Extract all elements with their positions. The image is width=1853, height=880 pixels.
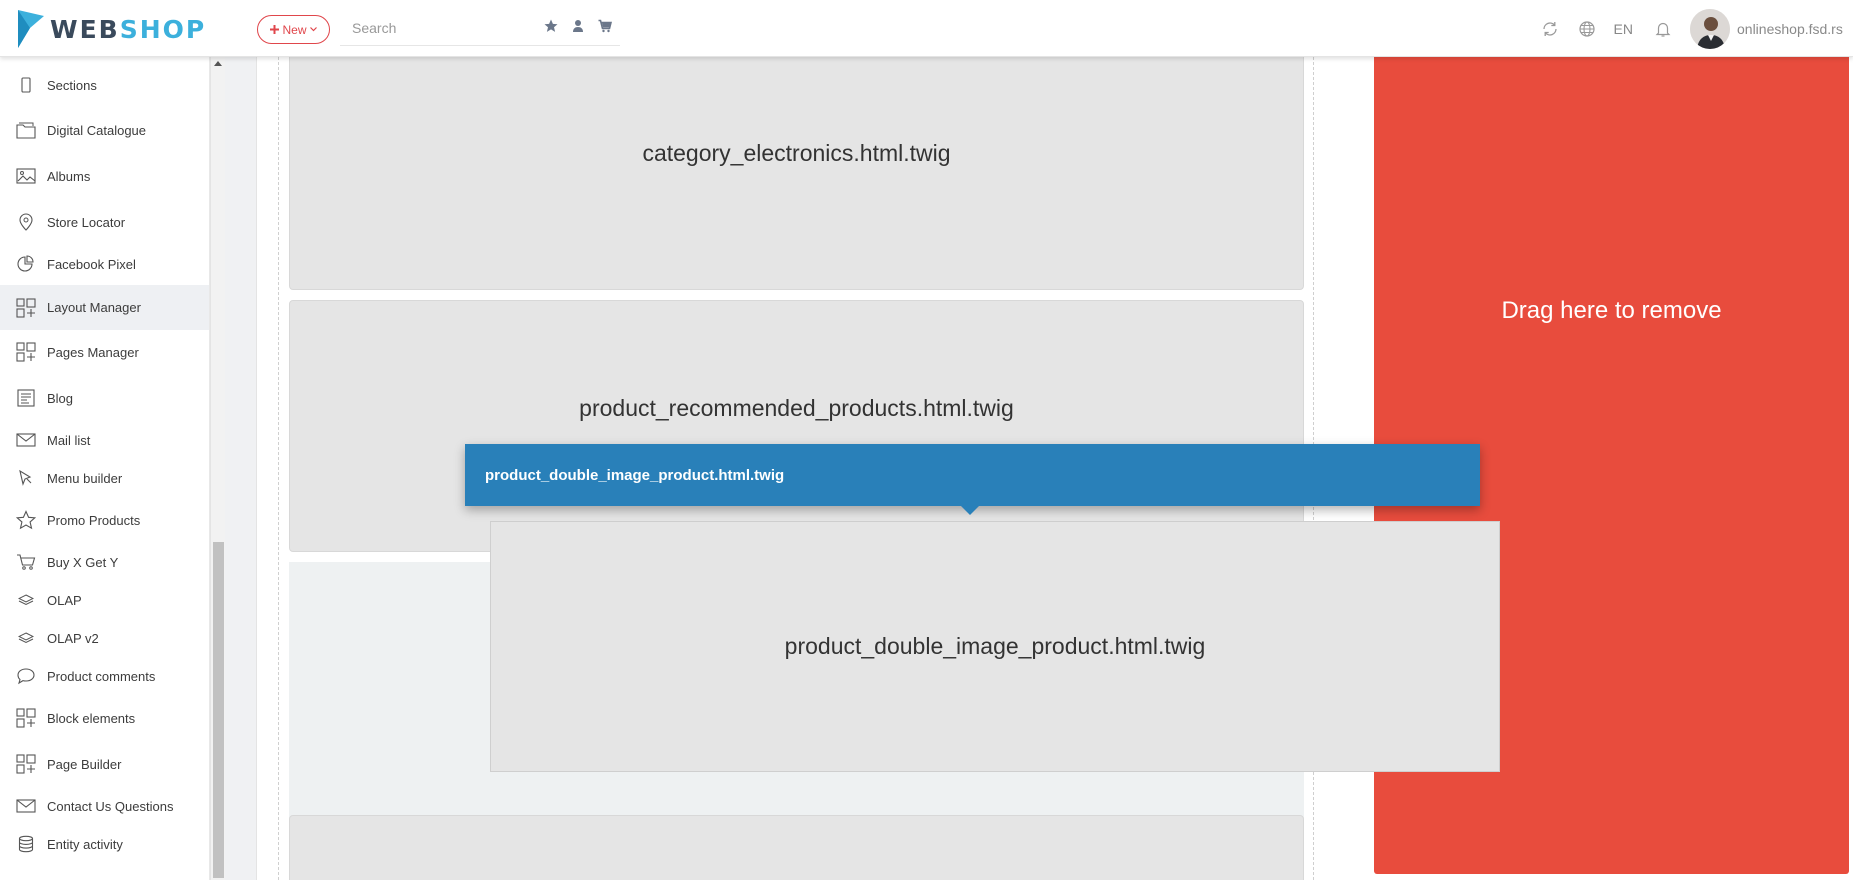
dragged-block-label: product_double_image_product.html.twig	[784, 633, 1206, 659]
mail-icon	[16, 430, 36, 450]
refresh-icon[interactable]	[1540, 19, 1560, 39]
sidebar-item-digital-catalogue[interactable]: Digital Catalogue	[0, 109, 209, 151]
sidebar-item-promo-products[interactable]: Promo Products	[0, 499, 209, 541]
user-icon[interactable]	[571, 19, 585, 33]
image-icon	[16, 166, 36, 186]
layers-icon	[16, 590, 36, 610]
layout-icon	[16, 297, 36, 318]
star-icon[interactable]	[544, 19, 558, 33]
layout-block[interactable]: product_recommended_products.html.twig	[289, 300, 1304, 552]
layout-icon	[16, 754, 36, 774]
sidebar-item-olap-v2[interactable]: OLAP v2	[0, 617, 209, 659]
drag-helper-title-label: product_double_image_product.html.twig	[485, 466, 785, 484]
sidebar-item-olap[interactable]: OLAP	[0, 579, 209, 621]
drag-helper-title[interactable]: product_double_image_product.html.twig	[465, 444, 1480, 506]
logo-mark-icon	[18, 10, 44, 48]
search-input[interactable]	[352, 20, 542, 36]
sidebar-item-layout-manager[interactable]: Layout Manager	[0, 285, 209, 330]
avatar[interactable]	[1690, 8, 1730, 49]
sidebar-item-product-comments[interactable]: Product comments	[0, 655, 209, 697]
language-selector[interactable]: EN	[1614, 21, 1633, 37]
sidebar-item-buy-x-get-y[interactable]: Buy X Get Y	[0, 541, 209, 583]
sidebar-item-page-builder[interactable]: Page Builder	[0, 743, 209, 785]
mobile-icon	[16, 75, 36, 95]
drag-helper-arrow-icon	[961, 506, 979, 515]
map-pin-icon	[16, 212, 36, 232]
dragged-block[interactable]: product_double_image_product.html.twig	[490, 521, 1500, 772]
sidebar-item-entity-activity[interactable]: Entity activity	[0, 823, 209, 865]
sidebar-item-albums[interactable]: Albums	[0, 155, 209, 197]
block-label: category_electronics.html.twig	[642, 139, 951, 166]
sidebar-item-block-elements[interactable]: Block elements	[0, 697, 209, 739]
sidebar-item-mail-list[interactable]: Mail list	[0, 419, 209, 461]
layout-block[interactable]	[289, 815, 1304, 880]
plus-icon	[270, 25, 280, 34]
sidebar-item-blog[interactable]: Blog	[0, 377, 209, 419]
globe-icon[interactable]	[1577, 19, 1597, 39]
remove-zone-label: Drag here to remove	[1501, 297, 1722, 324]
database-icon	[16, 834, 36, 854]
bell-icon[interactable]	[1653, 19, 1673, 39]
scroll-up-arrow-icon[interactable]	[214, 61, 222, 66]
mail-icon	[16, 796, 36, 816]
user-photo-icon	[1690, 8, 1730, 49]
sidebar-scrollbar[interactable]	[210, 57, 225, 880]
sidebar-item-contact-us-questions[interactable]: Contact Us Questions	[0, 785, 209, 827]
webshop-logo[interactable]: WEBSHOP	[18, 9, 206, 49]
sidebar-item-menu-builder[interactable]: Menu builder	[0, 457, 209, 499]
sidebar-item-store-locator[interactable]: Store Locator	[0, 201, 209, 243]
sidebar-item-pages-manager[interactable]: Pages Manager	[0, 331, 209, 373]
sidebar: Sections Digital Catalogue Albums Store …	[0, 57, 210, 880]
layout-block[interactable]: category_electronics.html.twig	[289, 57, 1304, 290]
star-icon	[16, 510, 36, 530]
new-button[interactable]: New	[257, 15, 330, 44]
layout-icon	[16, 708, 36, 728]
block-label: product_recommended_products.html.twig	[579, 394, 1014, 421]
logo-text-shop: SHOP	[119, 14, 207, 44]
chevron-down-icon	[309, 27, 317, 32]
layout-icon	[16, 342, 36, 362]
cart-icon	[16, 552, 36, 572]
scrollbar-thumb[interactable]	[213, 542, 224, 878]
new-button-label: New	[282, 22, 307, 37]
sidebar-item-facebook-pixel[interactable]: Facebook Pixel	[0, 243, 209, 285]
comment-icon	[16, 666, 36, 686]
layers-icon	[16, 628, 36, 648]
top-header: WEBSHOP New EN onlineshop.fsd.rs	[0, 0, 1853, 57]
cart-icon[interactable]	[598, 19, 612, 33]
pie-chart-icon	[16, 254, 36, 274]
folder-icon	[16, 120, 36, 140]
sidebar-item-sections[interactable]: Sections	[0, 64, 209, 106]
blog-icon	[16, 388, 36, 408]
store-domain[interactable]: onlineshop.fsd.rs	[1737, 21, 1853, 37]
content-gutter	[225, 57, 257, 880]
cursor-icon	[16, 468, 36, 488]
logo-text-web: WEB	[50, 14, 120, 44]
